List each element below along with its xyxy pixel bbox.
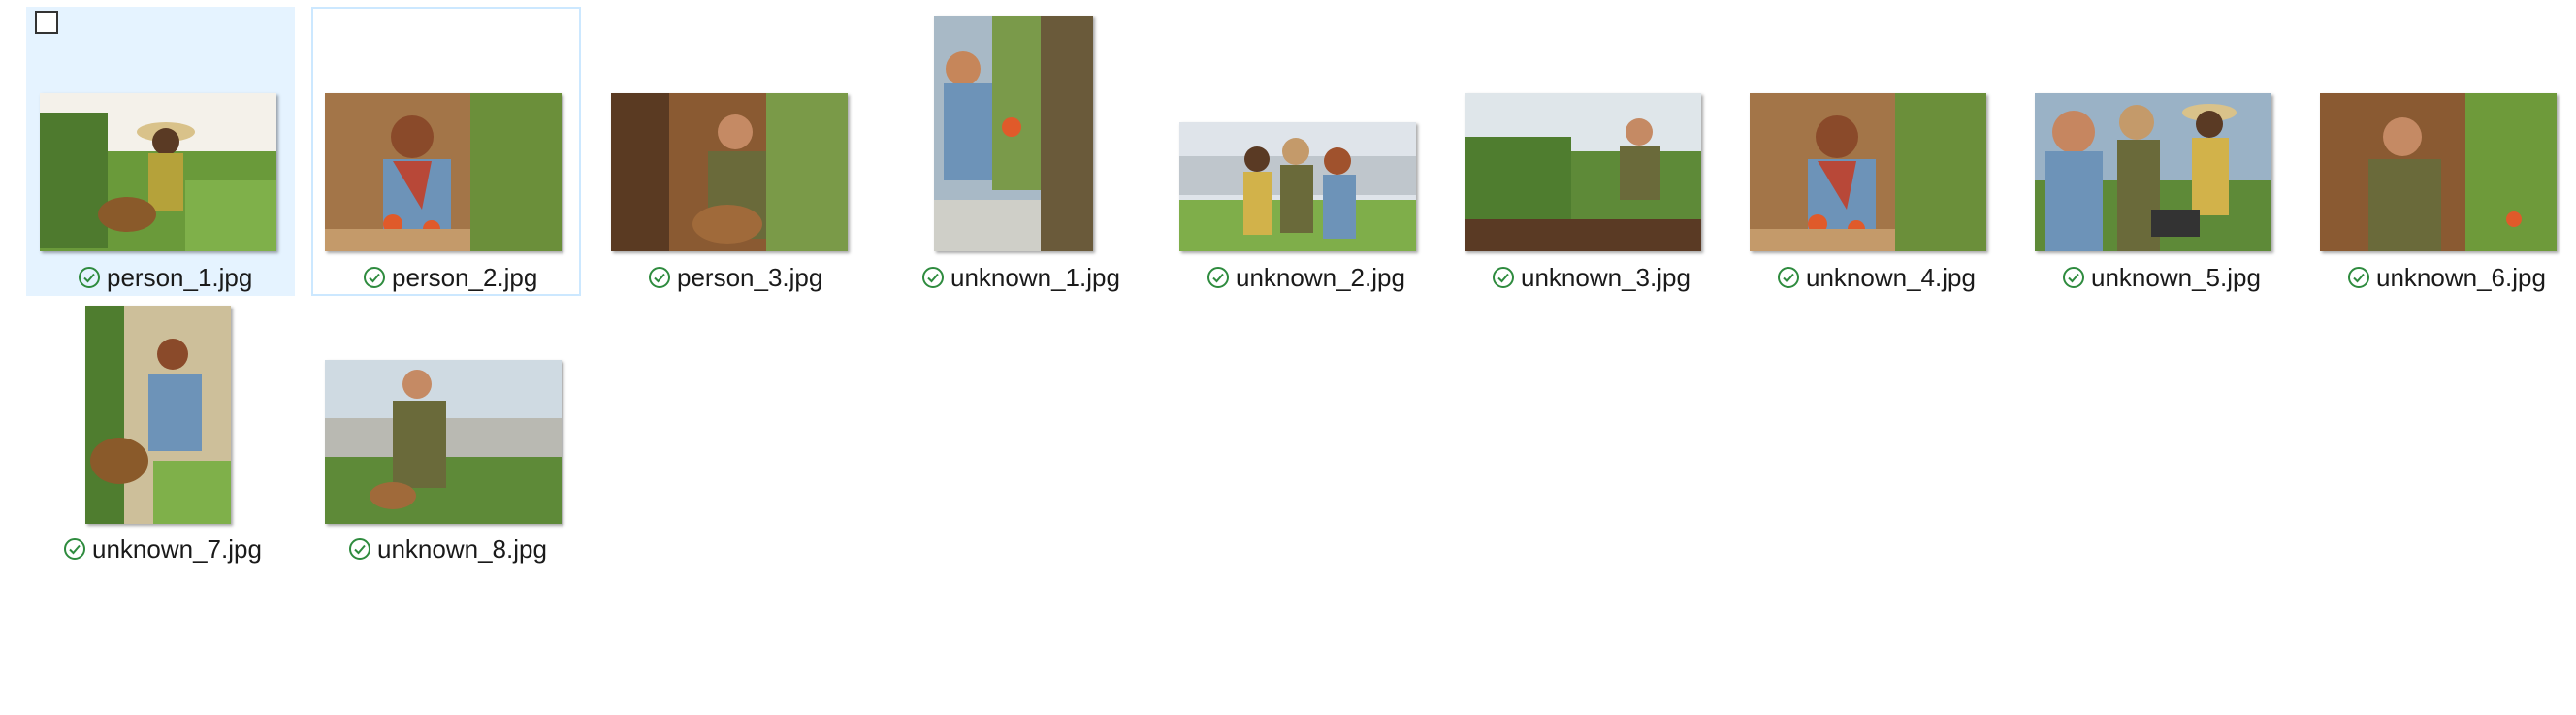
select-checkbox[interactable] [35,11,58,34]
file-name-unknown-7[interactable]: unknown_7.jpg [63,536,262,562]
check-circle-icon [1207,266,1230,289]
check-circle-icon [1492,266,1515,289]
thumbnail-unknown-3[interactable] [1465,93,1701,251]
check-circle-icon [648,266,671,289]
thumbnail-person-2[interactable] [325,93,562,251]
thumbnail-unknown-7[interactable] [85,306,231,524]
check-circle-icon [1777,266,1800,289]
thumbnail-unknown-1[interactable] [934,16,1093,251]
file-name-unknown-6[interactable]: unknown_6.jpg [2347,265,2546,290]
check-circle-icon [2347,266,2370,289]
check-circle-icon [363,266,386,289]
file-name-unknown-2[interactable]: unknown_2.jpg [1207,265,1405,290]
thumbnail-unknown-8[interactable] [325,360,562,524]
check-circle-icon [2062,266,2085,289]
thumbnail-person-3[interactable] [611,93,848,251]
thumbnail-unknown-6[interactable] [2320,93,2557,251]
check-circle-icon [63,537,86,561]
thumbnail-person-1[interactable] [40,93,276,251]
file-name-unknown-8[interactable]: unknown_8.jpg [348,536,547,562]
thumbnail-unknown-5[interactable] [2035,93,2271,251]
file-name-unknown-3[interactable]: unknown_3.jpg [1492,265,1690,290]
check-circle-icon [348,537,371,561]
file-name-person-1[interactable]: person_1.jpg [78,265,252,290]
file-name-unknown-5[interactable]: unknown_5.jpg [2062,265,2261,290]
file-name-unknown-4[interactable]: unknown_4.jpg [1777,265,1976,290]
check-circle-icon [921,266,945,289]
file-name-person-3[interactable]: person_3.jpg [648,265,822,290]
thumbnail-unknown-4[interactable] [1750,93,1986,251]
thumbnail-unknown-2[interactable] [1179,122,1416,251]
file-name-unknown-1[interactable]: unknown_1.jpg [921,265,1120,290]
check-circle-icon [78,266,101,289]
file-name-person-2[interactable]: person_2.jpg [363,265,537,290]
